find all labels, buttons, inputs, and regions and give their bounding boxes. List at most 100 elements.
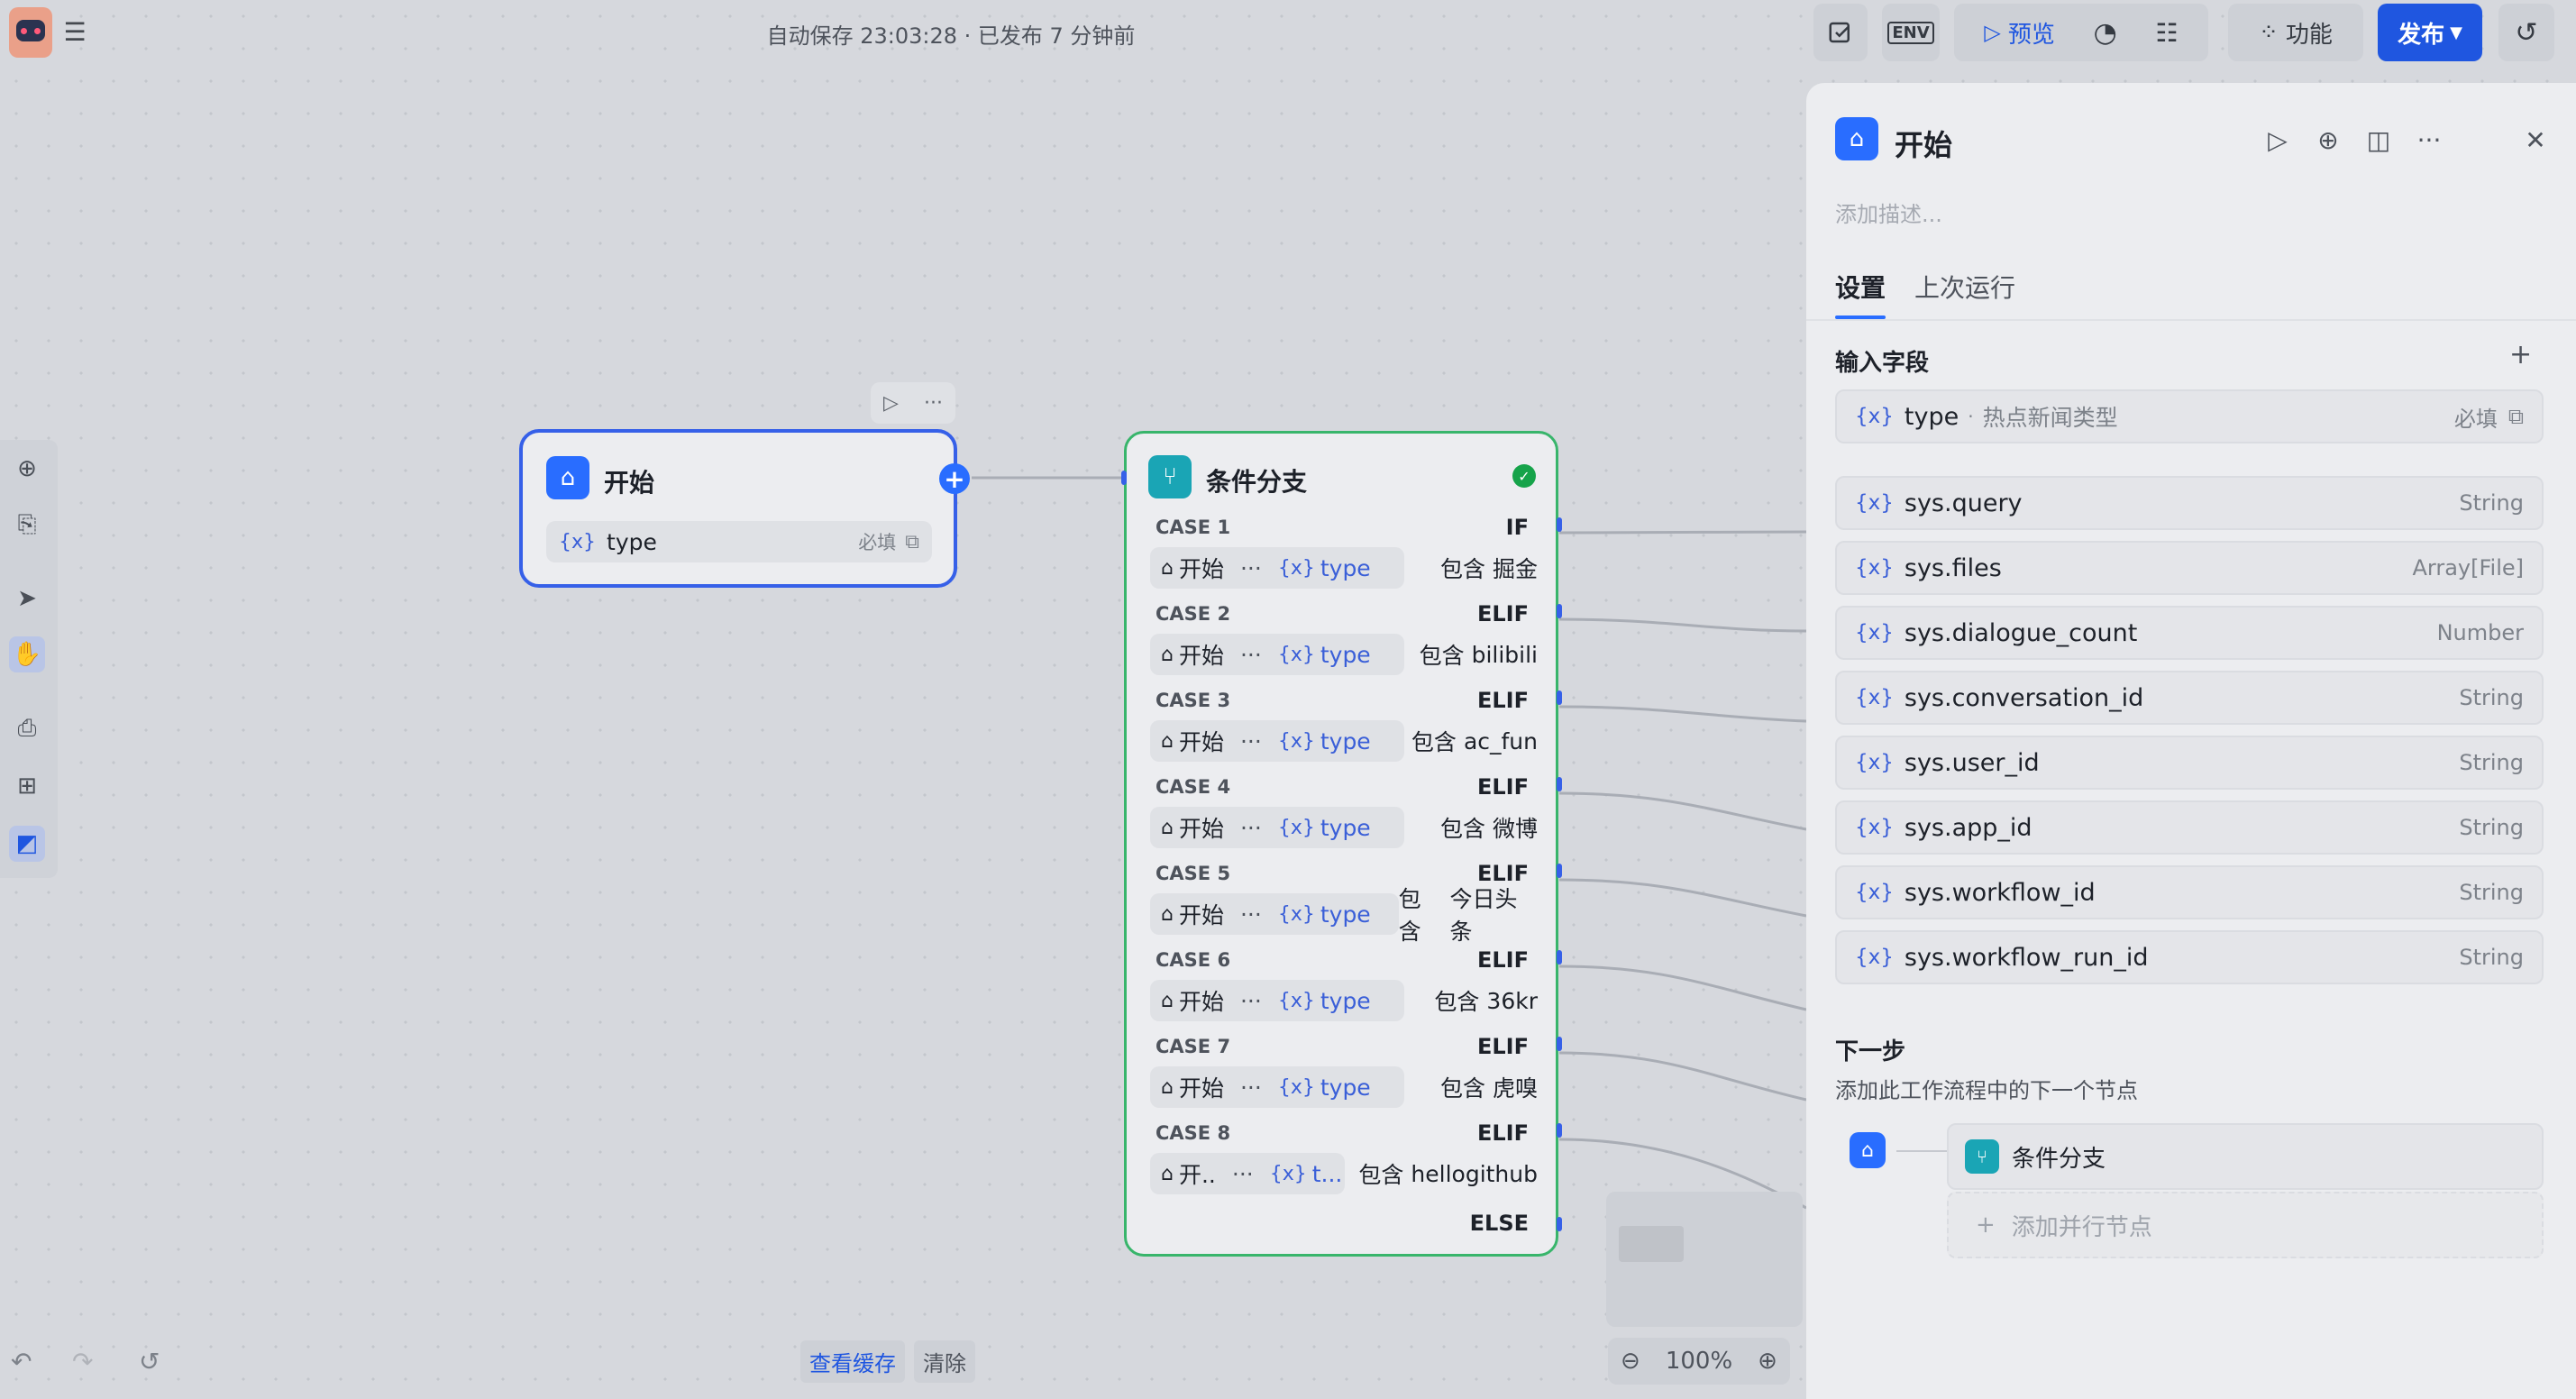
variable-icon: {x} [1855,556,1894,580]
edge-case-5 [1558,878,1807,918]
case-label: CASE 3 [1156,690,1231,711]
add-field-icon[interactable]: + [2509,339,2532,370]
more-icon[interactable]: ··· [2412,123,2446,157]
system-field[interactable]: {x} sys.user_id String [1835,736,2544,790]
tab-divider [1806,319,2576,321]
condition-value: bilibili [1471,641,1538,668]
input-section-title: 输入字段 [1835,350,1930,377]
condition-source: 开始 [1178,902,1224,928]
tab-settings[interactable]: 设置 [1835,269,1886,305]
variable-icon: {x} [1855,881,1894,904]
condition-operator: 包含 [1411,729,1457,755]
system-field[interactable]: {x} sys.app_id String [1835,800,2544,855]
condition-row[interactable]: ⌂ 开始 ··· {x} type 包含 bilibili [1150,634,1538,675]
ellipsis: ··· [1239,901,1262,928]
case-label: CASE 1 [1156,517,1231,538]
run-node-icon[interactable]: ▷ [883,392,899,415]
condition-row[interactable]: ⌂ 开始 ··· {x} type 包含 掘金 [1150,547,1538,589]
system-field[interactable]: {x} sys.query String [1835,476,2544,530]
variable-icon: {x} [559,530,597,553]
field-name: sys.files [1904,553,2002,582]
variable-icon: {x} [1277,816,1315,839]
locate-icon[interactable]: ⊕ [2311,123,2345,157]
condition-row[interactable]: ⌂ 开.. ··· {x} t... 包含 hellogithub [1150,1153,1538,1194]
start-node[interactable]: ⌂ 开始 {x} type 必填 ⧉ [519,429,957,588]
system-field[interactable]: {x} sys.workflow_run_id String [1835,930,2544,984]
field-name: sys.workflow_id [1904,878,2096,907]
branch-port[interactable] [1557,517,1562,532]
condition-variable: t... [1311,1160,1343,1187]
success-check-icon: ✓ [1512,464,1536,488]
system-field[interactable]: {x} sys.files Array[File] [1835,541,2544,595]
edge-case-3 [1558,705,1807,723]
condition-source: 开始 [1178,989,1224,1015]
next-node-label: 条件分支 [2012,1145,2106,1173]
clear-cache-link[interactable]: 清除 [914,1340,975,1383]
history-icon[interactable]: ↺ [139,1347,160,1376]
condition-row[interactable]: ⌂ 开始 ··· {x} type 包含 36kr [1150,980,1538,1021]
condition-variable-pill: ⌂ 开始 ··· {x} type [1150,807,1404,848]
system-field[interactable]: {x} sys.conversation_id String [1835,671,2544,725]
field-type: String [2459,880,2524,905]
variable-icon: {x} [1277,729,1315,753]
close-icon[interactable]: ✕ [2518,123,2553,157]
ellipsis: ··· [1239,641,1262,668]
branch-port[interactable] [1557,1037,1562,1051]
node-mini-toolbar: ▷ ··· [871,382,955,424]
undo-icon[interactable]: ↶ [11,1347,32,1376]
case-label: CASE 8 [1156,1122,1231,1144]
condition-node-title: 条件分支 [1206,467,1308,497]
plus-icon: + [1976,1212,1996,1239]
case-label: CASE 2 [1156,603,1231,625]
next-connector [1896,1150,1947,1152]
tab-last-run[interactable]: 上次运行 [1914,269,2015,305]
edge-case-1 [1558,530,1807,535]
description-field[interactable]: 添加描述... [1835,197,1942,228]
branch-port[interactable] [1557,604,1562,618]
condition-value: 36kr [1486,987,1538,1014]
branch-port[interactable] [1557,690,1562,705]
view-cache-link[interactable]: 查看缓存 [800,1340,905,1383]
field-name: sys.app_id [1904,813,2032,842]
branch-port[interactable] [1557,950,1562,965]
condition-node[interactable]: ⑂ 条件分支 ✓ CASE 1 IF ⌂ 开始 ··· {x} type 包含 掘金 CASE 2… [1124,431,1558,1257]
minimap[interactable] [1606,1192,1803,1327]
condition-row[interactable]: ⌂ 开始 ··· {x} type 包含 ac_fun [1150,720,1538,762]
system-field[interactable]: {x} sys.workflow_id String [1835,865,2544,919]
home-icon: ⌂ [1850,1132,1886,1168]
ellipsis: ··· [1239,727,1262,754]
ellipsis: ··· [1239,554,1262,581]
variable-icon: {x} [1277,1075,1315,1099]
copy-icon[interactable]: ⧉ [2508,404,2524,429]
condition-variable-pill: ⌂ 开始 ··· {x} type [1150,547,1404,589]
condition-row[interactable]: ⌂ 开始 ··· {x} type 包含 今日头条 [1150,886,1538,945]
case-label: CASE 4 [1156,776,1231,798]
input-port[interactable] [1121,471,1127,485]
input-field-type[interactable]: {x} type · 热点新闻类型 必填 ⧉ [1835,389,2544,443]
home-icon: ⌂ [546,456,589,499]
start-var-row: {x} type 必填 ⧉ [546,521,932,562]
zoom-in-icon[interactable]: ⊕ [1758,1348,1777,1375]
variable-icon: {x} [1277,989,1315,1012]
condition-value: 虎嗅 [1492,1075,1538,1102]
zoom-out-icon[interactable]: ⊖ [1621,1348,1640,1375]
add-parallel-node-button[interactable]: + 添加并行节点 [1947,1192,2544,1258]
branch-port[interactable] [1557,1123,1562,1138]
redo-icon[interactable]: ↷ [72,1347,93,1376]
split-view-icon[interactable]: ◫ [2361,123,2396,157]
branch-port[interactable] [1557,864,1562,878]
add-next-node-icon[interactable]: + [939,463,970,494]
branch-port-else[interactable] [1557,1217,1562,1231]
variable-icon: {x} [1855,621,1894,645]
condition-source: 开始 [1178,729,1224,755]
home-icon: ⌂ [1161,1162,1174,1185]
run-icon[interactable]: ▷ [2261,123,2295,157]
condition-row[interactable]: ⌂ 开始 ··· {x} type 包含 虎嗅 [1150,1066,1538,1108]
more-icon[interactable]: ··· [924,392,943,415]
branch-port[interactable] [1557,777,1562,791]
condition-row[interactable]: ⌂ 开始 ··· {x} type 包含 微博 [1150,807,1538,848]
system-field[interactable]: {x} sys.dialogue_count Number [1835,606,2544,660]
zoom-level[interactable]: 100% [1666,1348,1732,1375]
condition-operator: 包含 [1439,816,1485,842]
next-node-condition[interactable]: ⑂ 条件分支 [1947,1123,2544,1190]
